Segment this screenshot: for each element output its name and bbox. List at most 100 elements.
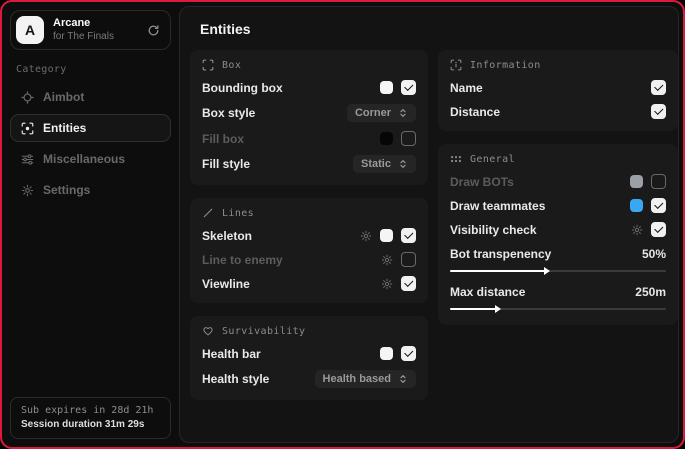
max-distance-slider[interactable] bbox=[450, 304, 666, 313]
sidebar-item-entities[interactable]: Entities bbox=[10, 114, 171, 142]
setting-row-box-style: Box style Corner bbox=[202, 104, 416, 122]
checkbox[interactable] bbox=[651, 198, 666, 213]
setting-label: Draw teammates bbox=[450, 199, 545, 213]
checkbox[interactable] bbox=[401, 276, 416, 291]
diagonal-line-icon bbox=[202, 207, 214, 219]
chevron-updown-icon bbox=[398, 374, 408, 384]
setting-row-line-to-enemy: Line to enemy bbox=[202, 252, 416, 267]
box-style-dropdown[interactable]: Corner bbox=[347, 104, 416, 122]
fill-style-dropdown[interactable]: Static bbox=[353, 155, 416, 173]
setting-row-bounding-box: Bounding box bbox=[202, 80, 416, 95]
slider-fill bbox=[450, 270, 547, 272]
color-swatch[interactable] bbox=[630, 175, 643, 188]
dropdown-value: Corner bbox=[355, 107, 391, 119]
setting-label: Name bbox=[450, 81, 483, 95]
color-swatch[interactable] bbox=[380, 347, 393, 360]
card-header: General bbox=[470, 154, 515, 165]
setting-label: Max distance bbox=[450, 285, 525, 299]
setting-label: Fill style bbox=[202, 157, 250, 171]
sidebar-item-miscellaneous[interactable]: Miscellaneous bbox=[10, 145, 171, 173]
setting-row-distance: Distance bbox=[450, 104, 666, 119]
app-logo: A bbox=[16, 16, 44, 44]
sidebar-item-label: Miscellaneous bbox=[43, 152, 125, 166]
checkbox[interactable] bbox=[401, 131, 416, 146]
checkbox[interactable] bbox=[651, 80, 666, 95]
crosshair-icon bbox=[21, 91, 34, 104]
card-header: Lines bbox=[222, 208, 254, 219]
sidebar-nav: Aimbot Entities Miscellaneous Settings bbox=[10, 83, 171, 204]
checkbox[interactable] bbox=[401, 80, 416, 95]
grid-dots-icon bbox=[450, 153, 462, 165]
slider-value: 250m bbox=[635, 285, 666, 299]
setting-row-health-bar: Health bar bbox=[202, 346, 416, 361]
setting-label: Draw BOTs bbox=[450, 175, 514, 189]
app-name: Arcane bbox=[53, 17, 114, 31]
box-corners-icon bbox=[202, 59, 214, 71]
gear-icon[interactable] bbox=[381, 278, 393, 290]
setting-label: Skeleton bbox=[202, 229, 252, 243]
setting-label: Health bar bbox=[202, 347, 261, 361]
color-swatch[interactable] bbox=[380, 132, 393, 145]
chevron-updown-icon bbox=[398, 159, 408, 169]
setting-label: Viewline bbox=[202, 277, 250, 291]
page-title: Entities bbox=[200, 21, 668, 37]
checkbox[interactable] bbox=[401, 252, 416, 267]
sidebar-item-label: Entities bbox=[43, 121, 86, 135]
setting-row-fill-style: Fill style Static bbox=[202, 155, 416, 173]
main-panel: Entities Box Bounding box bbox=[179, 6, 679, 443]
category-label: Category bbox=[16, 64, 171, 75]
setting-row-name: Name bbox=[450, 80, 666, 95]
setting-row-fill-box: Fill box bbox=[202, 131, 416, 146]
general-card: General Draw BOTs Draw teammates bbox=[438, 144, 678, 325]
survivability-card: Survivability Health bar Health style He… bbox=[190, 316, 428, 400]
box-card: Box Bounding box Box style Corner bbox=[190, 50, 428, 185]
setting-row-draw-bots: Draw BOTs bbox=[450, 174, 666, 189]
slider-fill bbox=[450, 308, 498, 310]
color-swatch[interactable] bbox=[380, 229, 393, 242]
checkbox[interactable] bbox=[651, 104, 666, 119]
checkbox[interactable] bbox=[401, 228, 416, 243]
bot-transparency-slider[interactable] bbox=[450, 266, 666, 275]
slider-thumb[interactable] bbox=[544, 267, 550, 275]
setting-label: Fill box bbox=[202, 132, 244, 146]
card-header: Box bbox=[222, 60, 241, 71]
checkbox[interactable] bbox=[651, 174, 666, 189]
card-header: Survivability bbox=[222, 326, 305, 337]
setting-row-visibility-check: Visibility check bbox=[450, 222, 666, 237]
sidebar: A Arcane for The Finals Category Aimbot bbox=[2, 2, 179, 447]
setting-row-health-style: Health style Health based bbox=[202, 370, 416, 388]
information-card: Information Name Distance bbox=[438, 50, 678, 131]
health-style-dropdown[interactable]: Health based bbox=[315, 370, 416, 388]
checkbox[interactable] bbox=[651, 222, 666, 237]
slider-thumb[interactable] bbox=[495, 305, 501, 313]
setting-row-skeleton: Skeleton bbox=[202, 228, 416, 243]
color-swatch[interactable] bbox=[380, 81, 393, 94]
checkbox[interactable] bbox=[401, 346, 416, 361]
session-info-box: Sub expires in 28d 21h Session duration … bbox=[10, 397, 171, 439]
app-subtitle: for The Finals bbox=[53, 31, 114, 44]
setting-label: Health style bbox=[202, 372, 269, 386]
logo-card: A Arcane for The Finals bbox=[10, 10, 171, 50]
session-duration-text: Session duration 31m 29s bbox=[21, 419, 160, 430]
color-swatch[interactable] bbox=[630, 199, 643, 212]
dropdown-value: Health based bbox=[323, 373, 391, 385]
setting-row-viewline: Viewline bbox=[202, 276, 416, 291]
app-window: A Arcane for The Finals Category Aimbot bbox=[0, 0, 685, 449]
setting-row-max-distance: Max distance 250m bbox=[450, 284, 666, 299]
sub-expiry-text: Sub expires in 28d 21h bbox=[21, 405, 160, 416]
sidebar-item-label: Aimbot bbox=[43, 90, 84, 104]
gear-icon[interactable] bbox=[631, 224, 643, 236]
sidebar-item-aimbot[interactable]: Aimbot bbox=[10, 83, 171, 111]
gear-icon[interactable] bbox=[360, 230, 372, 242]
dropdown-value: Static bbox=[361, 158, 391, 170]
info-scan-icon bbox=[450, 59, 462, 71]
lines-card: Lines Skeleton Line to enemy bbox=[190, 198, 428, 303]
gear-icon[interactable] bbox=[381, 254, 393, 266]
setting-label: Bot transpenency bbox=[450, 247, 551, 261]
gear-icon bbox=[21, 184, 34, 197]
sync-icon[interactable] bbox=[147, 24, 160, 37]
card-header: Information bbox=[470, 60, 541, 71]
sidebar-item-settings[interactable]: Settings bbox=[10, 176, 171, 204]
setting-label: Visibility check bbox=[450, 223, 537, 237]
scan-eye-icon bbox=[21, 122, 34, 135]
